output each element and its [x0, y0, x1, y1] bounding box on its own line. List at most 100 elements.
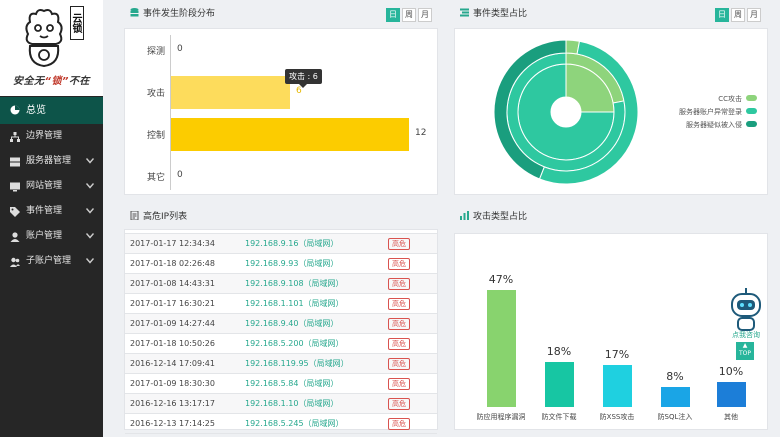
attack-panel-header: 攻击类型占比: [460, 207, 527, 227]
legend-item[interactable]: CC攻击: [679, 93, 757, 106]
tab-week[interactable]: 周: [402, 8, 416, 22]
sidebar-item-subaccounts[interactable]: 子账户管理: [0, 249, 103, 274]
row-ip-link[interactable]: 192.168.9.16（局域网）: [245, 233, 388, 254]
consult-link[interactable]: 点我咨询: [726, 330, 766, 340]
sidebar-nav: 总览 边界管理 服务器管理 网站管理 事件管理 账户管理 子账户管理: [0, 97, 103, 274]
row-ip-link[interactable]: 192.168.5.245（局域网）: [245, 413, 388, 434]
attack-bar[interactable]: [544, 362, 574, 407]
row-time: 2016-12-14 17:09:41: [125, 353, 245, 374]
row-ip-link[interactable]: 192.168.5.200（局域网）: [245, 333, 388, 354]
attack-bar[interactable]: [716, 382, 746, 407]
risk-badge: 高危: [388, 377, 410, 390]
top-label: TOP: [738, 350, 751, 357]
risk-badge: 高危: [388, 397, 410, 410]
table-row: 2017-01-08 14:43:31 192.168.9.108（局域网） 高危: [125, 273, 437, 294]
table-row: 2017-01-17 16:30:21 192.168.1.101（局域网） 高危: [125, 293, 437, 314]
sidebar-item-websites[interactable]: 网站管理: [0, 174, 103, 199]
attack-category-label: 防XSS攻击: [599, 413, 635, 421]
risk-badge: 高危: [388, 237, 410, 250]
sidebar-item-boundary[interactable]: 边界管理: [0, 124, 103, 149]
chevron-down-icon: [86, 233, 94, 239]
stage-value-label: 0: [177, 170, 183, 180]
tab-day[interactable]: 日: [715, 8, 729, 22]
table-row: 2017-01-17 12:34:34 192.168.9.16（局域网） 高危: [125, 233, 437, 254]
row-ip-link[interactable]: 192.168.1.101（局域网）: [245, 293, 388, 314]
risk-badge: 高危: [388, 257, 410, 270]
logo-area: 云锁 安全无“锁”不在: [0, 0, 103, 96]
legend-item[interactable]: 服务器账户异常登录: [679, 106, 757, 119]
type-share-panel-header: 事件类型占比: [460, 4, 527, 24]
risk-badge: 高危: [388, 297, 410, 310]
tab-week[interactable]: 周: [731, 8, 745, 22]
type-share-panel: CC攻击 服务器账户异常登录 服务器疑似被入侵: [454, 28, 768, 195]
attack-percent-label: 8%: [666, 370, 684, 383]
row-ip-link[interactable]: 192.168.5.84（局域网）: [245, 373, 388, 394]
monitor-icon: [10, 182, 20, 192]
stage-category-label: 探测: [146, 47, 165, 57]
sidebar-item-servers[interactable]: 服务器管理: [0, 149, 103, 174]
row-time: 2017-01-18 10:50:26: [125, 333, 245, 354]
table-row: 2017-01-09 18:30:30 192.168.5.84（局域网） 高危: [125, 373, 437, 394]
row-level: 高危: [388, 413, 437, 434]
legend-item[interactable]: 服务器疑似被入侵: [679, 119, 757, 132]
row-level: 高危: [388, 373, 437, 394]
row-time: 2017-01-17 16:30:21: [125, 293, 245, 314]
row-time: 2017-01-17 12:34:34: [125, 233, 245, 254]
sidebar-item-label: 账户管理: [26, 231, 63, 241]
row-level: 高危: [388, 293, 437, 314]
ip-panel-header: 高危IP列表: [130, 207, 187, 227]
table-row: 2016-12-16 13:17:17 192.168.1.10（局域网） 高危: [125, 393, 437, 414]
row-ip-link[interactable]: 192.168.9.108（局域网）: [245, 273, 388, 294]
row-ip-link[interactable]: 192.168.9.93（局域网）: [245, 253, 388, 274]
tab-day[interactable]: 日: [386, 8, 400, 22]
sidebar-item-overview[interactable]: 总览: [0, 97, 103, 124]
sidebar-item-label: 子账户管理: [26, 256, 72, 266]
user-icon: [10, 232, 20, 242]
attack-percent-label: 10%: [718, 365, 744, 378]
pie-chart-icon: [10, 105, 20, 115]
table-row: 2017-01-18 02:26:48 192.168.9.93（局域网） 高危: [125, 253, 437, 274]
row-ip-link[interactable]: 192.168.1.10（局域网）: [245, 393, 388, 414]
row-time: 2016-12-13 17:14:25: [125, 413, 245, 434]
high-risk-ip-table: 2017-01-17 12:34:34 192.168.9.16（局域网） 高危 20…: [125, 233, 437, 434]
row-ip-link[interactable]: 192.168.119.95（局域网）: [245, 353, 388, 374]
document-icon: [130, 211, 139, 220]
legend-label: 服务器疑似被入侵: [686, 121, 742, 129]
table-row: 2017-01-09 14:27:44 192.168.9.40（局域网） 高危: [125, 313, 437, 334]
row-time: 2017-01-09 14:27:44: [125, 313, 245, 334]
stage-axis: [170, 35, 171, 190]
stage-value-label: 12: [415, 128, 427, 138]
risk-badge: 高危: [388, 417, 410, 430]
attack-bar[interactable]: [486, 289, 516, 407]
robot-assistant-icon[interactable]: [728, 288, 764, 336]
row-ip-link[interactable]: 192.168.9.40（局域网）: [245, 313, 388, 334]
attack-bar[interactable]: [602, 364, 632, 407]
table-row: 2016-12-14 17:09:41 192.168.119.95（局域网） 高危: [125, 353, 437, 374]
sidebar-item-accounts[interactable]: 账户管理: [0, 224, 103, 249]
event-type-legend: CC攻击 服务器账户异常登录 服务器疑似被入侵: [679, 93, 757, 132]
attack-panel-title: 攻击类型占比: [473, 212, 528, 222]
stage-bar[interactable]: [171, 118, 409, 151]
type-share-panel-title: 事件类型占比: [473, 9, 528, 19]
row-level: 高危: [388, 273, 437, 294]
database-icon: [130, 8, 139, 17]
slogan: 安全无“锁”不在: [0, 72, 103, 87]
sidebar-item-events[interactable]: 事件管理: [0, 199, 103, 224]
sitemap-icon: [10, 132, 20, 142]
users-icon: [10, 257, 20, 267]
row-time: 2016-12-16 13:17:17: [125, 393, 245, 414]
back-to-top-button[interactable]: ▲ TOP: [736, 342, 754, 360]
row-level: 高危: [388, 253, 437, 274]
risk-badge: 高危: [388, 337, 410, 350]
tab-month[interactable]: 月: [418, 8, 432, 22]
tab-month[interactable]: 月: [747, 8, 761, 22]
row-level: 高危: [388, 233, 437, 254]
donut-center: [551, 97, 581, 127]
legend-swatch: [746, 108, 757, 114]
ip-panel-title: 高危IP列表: [143, 212, 188, 222]
table-row: 2016-12-13 17:14:25 192.168.5.245（局域网） 高危: [125, 413, 437, 434]
attack-bar[interactable]: [660, 387, 690, 407]
stage-bar[interactable]: [171, 76, 290, 109]
risk-badge: 高危: [388, 317, 410, 330]
risk-badge: 高危: [388, 277, 410, 290]
